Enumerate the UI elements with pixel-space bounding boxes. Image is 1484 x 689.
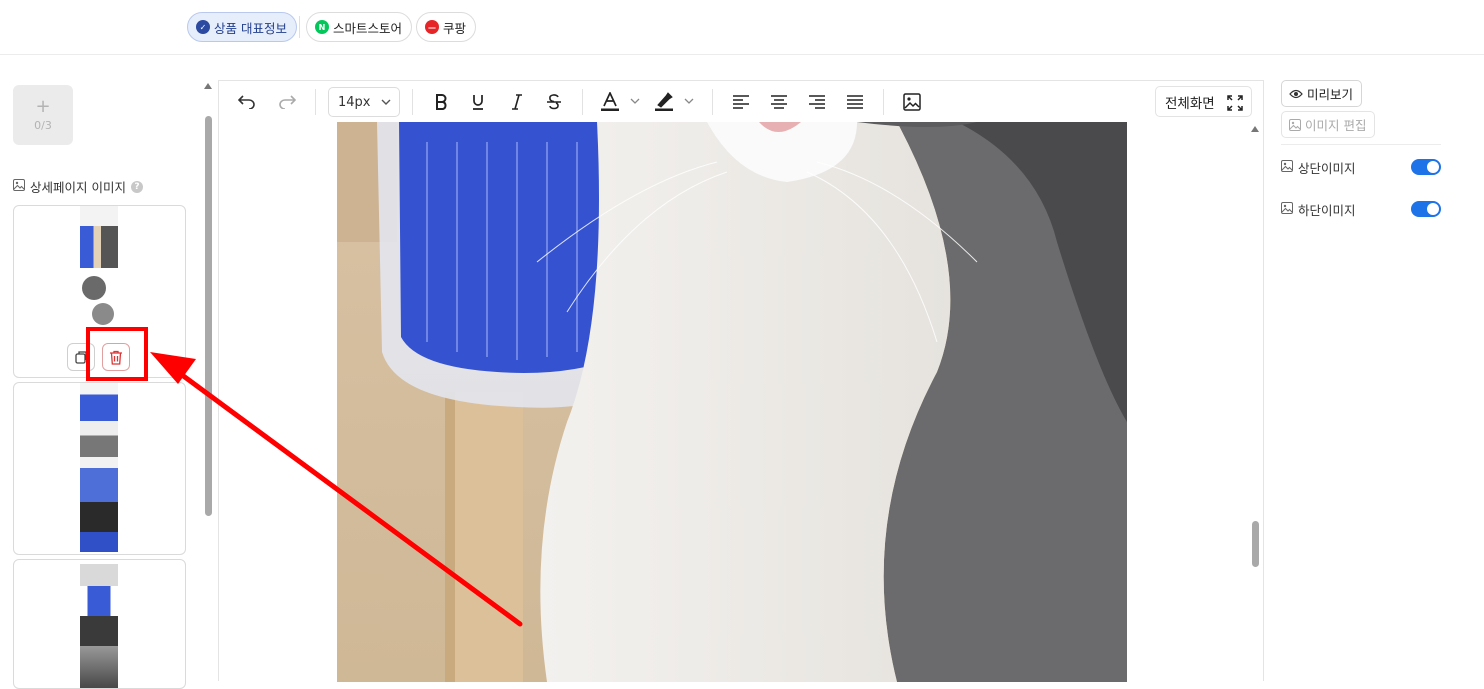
right-panel-divider [1281,144,1441,145]
top-image-setting: 상단이미지 [1281,157,1443,177]
image-icon [1289,118,1301,131]
font-size-select[interactable]: 14px [328,87,400,117]
plus-icon: + [35,95,51,117]
coupang-icon: — [425,20,439,34]
align-right-icon [809,95,825,109]
scroll-up-arrow-icon[interactable] [1251,126,1259,132]
detail-image-thumbnail [80,276,118,331]
tab-divider [299,16,300,38]
tab-product-info[interactable]: ✓ 상품 대표정보 [187,12,297,42]
italic-icon [512,94,522,110]
redo-button[interactable] [276,89,298,115]
align-right-button[interactable] [806,89,828,115]
align-justify-button[interactable] [844,89,866,115]
toolbar-divider [582,89,583,115]
bold-icon [436,94,447,110]
detail-images-title: 상세페이지 이미지 ? [13,177,143,196]
image-icon [13,179,25,194]
image-icon [1281,159,1293,175]
detail-image-thumbnail [80,383,118,553]
editor-scrollbar[interactable] [1252,521,1259,567]
toolbar-divider [712,89,713,115]
scroll-up-arrow-icon[interactable] [204,83,212,89]
tab-coupang[interactable]: — 쿠팡 [416,12,477,42]
naver-n-icon: N [315,20,329,34]
check-badge-icon: ✓ [196,20,210,34]
preview-button[interactable]: 미리보기 [1281,80,1363,107]
text-color-icon [601,92,640,111]
editor-canvas[interactable] [219,122,1263,682]
fullscreen-button[interactable]: 전체화면 [1155,86,1252,117]
tab-label: 쿠팡 [443,20,467,36]
eye-icon [1289,89,1303,98]
italic-button[interactable] [506,89,528,115]
toolbar-divider [315,89,316,115]
top-tab-bar: ✓ 상품 대표정보 N 스마트스토어 — 쿠팡 [0,0,1484,55]
redo-icon [279,95,296,109]
preview-label: 미리보기 [1307,87,1354,102]
image-icon [1281,201,1293,217]
underline-button[interactable] [467,89,489,115]
edit-image-label: 이미지 편집 [1305,118,1367,133]
detail-image-thumbnail [80,564,118,688]
strikethrough-button[interactable] [543,89,565,115]
toolbar-divider [412,89,413,115]
tab-label: 스마트스토어 [333,20,403,36]
chevron-down-icon [381,99,391,105]
tab-label: 상품 대표정보 [214,20,287,36]
insert-image-icon [903,93,921,111]
add-image-button[interactable]: + 0/3 [13,85,73,145]
bottom-image-label: 하단이미지 [1298,202,1356,218]
help-icon[interactable]: ? [130,180,143,193]
align-left-button[interactable] [730,89,752,115]
fullscreen-icon [1227,95,1243,111]
align-center-icon [771,95,787,109]
image-count: 0/3 [34,118,52,132]
highlight-color-button[interactable] [654,89,700,115]
annotation-highlight-box [86,327,148,381]
editor-toolbar: 14px 전체화면 [219,81,1263,122]
top-image-toggle[interactable] [1411,159,1441,175]
bottom-image-setting: 하단이미지 [1281,199,1443,219]
align-center-button[interactable] [768,89,790,115]
left-panel-scrollbar[interactable] [205,116,212,516]
detail-page-editor: 14px 전체화면 [218,80,1264,682]
insert-image-button[interactable] [901,89,923,115]
fullscreen-label: 전체화면 [1165,95,1215,112]
align-justify-icon [847,95,863,109]
top-image-label: 상단이미지 [1298,160,1356,176]
product-detail-image [337,122,1127,682]
font-size-value: 14px [338,94,371,110]
undo-button[interactable] [236,89,258,115]
detail-image-card[interactable] [13,559,186,689]
detail-image-thumbnail [80,206,118,268]
undo-icon [238,95,255,109]
highlight-icon [655,92,694,111]
bottom-image-toggle[interactable] [1411,201,1441,217]
toolbar-divider [883,89,884,115]
strikethrough-icon [547,94,561,110]
tab-smartstore[interactable]: N 스마트스토어 [306,12,413,42]
edit-image-button[interactable]: 이미지 편집 [1281,111,1376,138]
text-color-button[interactable] [600,89,646,115]
underline-icon [473,95,483,110]
bold-button[interactable] [430,89,452,115]
detail-image-card[interactable] [13,382,186,555]
section-title-text: 상세페이지 이미지 [30,180,126,195]
align-left-icon [733,95,749,109]
